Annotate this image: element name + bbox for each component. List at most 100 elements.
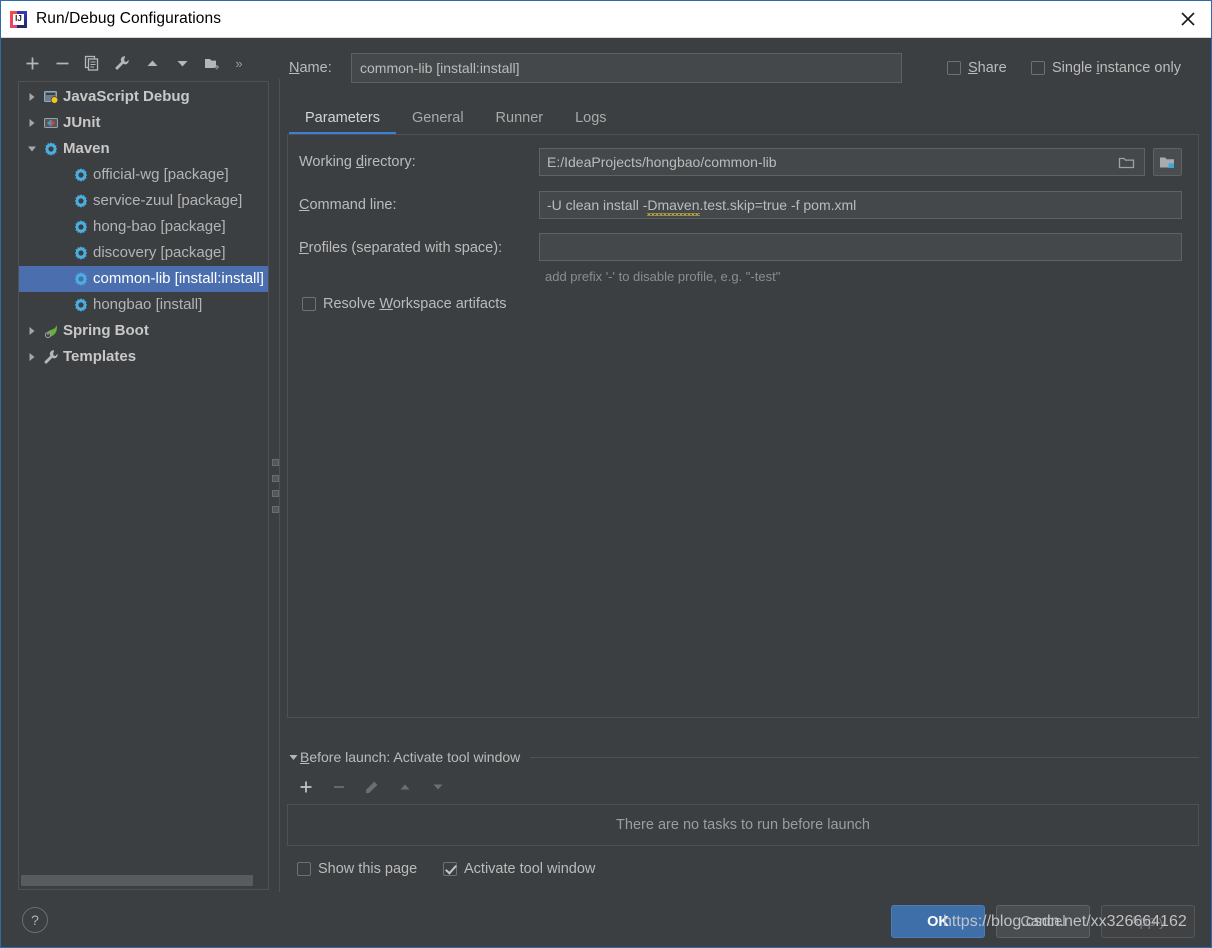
tree-horizontal-scrollbar[interactable] [21, 875, 259, 886]
command-line-misspelled-token: Dmaven [647, 197, 700, 213]
remove-task-button [322, 774, 355, 800]
configurations-tree-panel: JavaScript Debug JUnit Maven official-wg… [18, 81, 269, 890]
scrollbar-thumb[interactable] [21, 875, 253, 886]
tree-item-hong-bao[interactable]: hong-bao [package] [19, 214, 268, 240]
copy-configuration-button[interactable] [77, 50, 107, 76]
spring-boot-icon [41, 318, 61, 344]
before-launch-header: Before launch: Activate tool window [287, 748, 1199, 766]
command-line-label: Command line: [299, 197, 397, 213]
titlebar: IJ Run/Debug Configurations [1, 1, 1211, 38]
tree-item-discovery[interactable]: discovery [package] [19, 240, 268, 266]
move-task-down-button [421, 774, 454, 800]
wrench-icon[interactable] [107, 50, 137, 76]
expand-arrow-icon[interactable] [23, 84, 41, 110]
tab-logs[interactable]: Logs [559, 103, 622, 133]
command-line-suffix: .test.skip=true -f pom.xml [699, 197, 857, 213]
command-line-text: -U clean install -Dmaven.test.skip=true … [547, 192, 856, 218]
before-launch-rule [530, 757, 1199, 758]
configurations-tree: JavaScript Debug JUnit Maven official-wg… [19, 84, 268, 370]
wrench-icon [41, 344, 61, 370]
tree-item-label: service-zuul [package] [93, 192, 243, 209]
tree-item-hongbao[interactable]: hongbao [install] [19, 292, 268, 318]
collapse-arrow-icon[interactable] [23, 136, 41, 162]
resolve-workspace-artifacts-checkbox[interactable]: Resolve Workspace artifacts [302, 296, 507, 312]
tree-item-label: Maven [63, 140, 110, 157]
parameters-panel [287, 134, 1199, 718]
checkbox-box [1031, 61, 1045, 75]
tree-item-label: hong-bao [package] [93, 218, 226, 235]
before-launch-empty-message: There are no tasks to run before launch [616, 817, 870, 833]
move-task-up-button [388, 774, 421, 800]
tree-item-javascript-debug[interactable]: JavaScript Debug [19, 84, 268, 110]
javascript-debug-icon [41, 84, 61, 110]
maven-icon [71, 162, 91, 188]
tree-item-label: JavaScript Debug [63, 88, 190, 105]
tab-bar: Parameters General Runner Logs [289, 103, 1199, 135]
tree-item-service-zuul[interactable]: service-zuul [package] [19, 188, 268, 214]
move-down-button[interactable] [167, 50, 197, 76]
new-folder-button[interactable] [197, 50, 227, 76]
checkbox-box [947, 61, 961, 75]
tree-item-label: discovery [package] [93, 244, 226, 261]
name-label: Name: [289, 60, 332, 76]
pencil-icon [355, 774, 388, 800]
help-button[interactable]: ? [22, 907, 48, 933]
tree-item-label: hongbao [install] [93, 296, 203, 313]
tab-parameters[interactable]: Parameters [289, 103, 396, 135]
folder-outline-icon[interactable] [1109, 149, 1143, 175]
tree-item-common-lib[interactable]: common-lib [install:install] [19, 266, 268, 292]
toolbar-overflow-button[interactable]: » [227, 56, 251, 71]
before-launch-title: Before launch: Activate tool window [300, 749, 521, 765]
tree-item-maven[interactable]: Maven [19, 136, 268, 162]
tree-item-junit[interactable]: JUnit [19, 110, 268, 136]
single-instance-only-checkbox-label: Single instance only [1052, 60, 1181, 76]
checkbox-box [297, 862, 311, 876]
command-line-prefix: -U clean install - [547, 197, 648, 213]
move-up-button[interactable] [137, 50, 167, 76]
tree-item-templates[interactable]: Templates [19, 344, 268, 370]
splitter-grip[interactable] [272, 459, 279, 513]
expand-arrow-icon[interactable] [23, 318, 41, 344]
maven-icon [71, 240, 91, 266]
tree-toolbar: » [17, 49, 275, 77]
name-input[interactable] [351, 53, 902, 83]
add-task-button[interactable] [289, 774, 322, 800]
folder-module-icon[interactable] [1153, 148, 1182, 176]
cancel-button[interactable]: Cancel [996, 905, 1090, 938]
remove-configuration-button[interactable] [47, 50, 77, 76]
expand-arrow-icon[interactable] [23, 110, 41, 136]
share-checkbox[interactable]: Share [947, 60, 1007, 76]
window-title: Run/Debug Configurations [36, 10, 222, 27]
junit-icon [41, 110, 61, 136]
tree-item-label: Templates [63, 348, 137, 365]
before-launch-toolbar [289, 774, 489, 800]
profiles-input[interactable] [539, 233, 1182, 261]
checkbox-box [443, 862, 457, 876]
maven-icon [71, 292, 91, 318]
profiles-label: Profiles (separated with space): [299, 240, 503, 256]
activate-tool-window-checkbox[interactable]: Activate tool window [443, 861, 595, 877]
profiles-hint: add prefix '-' to disable profile, e.g. … [545, 269, 781, 284]
tree-item-spring-boot[interactable]: Spring Boot [19, 318, 268, 344]
tab-general[interactable]: General [396, 103, 480, 133]
triangle-down-icon[interactable] [287, 748, 299, 766]
show-this-page-label: Show this page [318, 861, 418, 877]
ok-button[interactable]: OK [891, 905, 985, 938]
activate-tool-window-label: Activate tool window [464, 861, 596, 877]
show-this-page-checkbox[interactable]: Show this page [297, 861, 417, 877]
expand-arrow-icon[interactable] [23, 344, 41, 370]
single-instance-only-checkbox[interactable]: Single instance only [1031, 60, 1181, 76]
panel-splitter[interactable] [269, 79, 283, 892]
add-configuration-button[interactable] [17, 50, 47, 76]
close-icon[interactable] [1165, 1, 1211, 37]
tree-item-official-wg[interactable]: official-wg [package] [19, 162, 268, 188]
tab-runner[interactable]: Runner [480, 103, 560, 133]
maven-icon [71, 266, 91, 292]
before-launch-task-list[interactable]: There are no tasks to run before launch [287, 804, 1199, 846]
working-directory-input[interactable] [539, 148, 1145, 176]
maven-icon [71, 214, 91, 240]
tree-item-label: JUnit [63, 114, 101, 131]
command-line-input[interactable]: -U clean install -Dmaven.test.skip=true … [539, 191, 1182, 219]
maven-icon [71, 188, 91, 214]
splitter-line [279, 79, 280, 892]
